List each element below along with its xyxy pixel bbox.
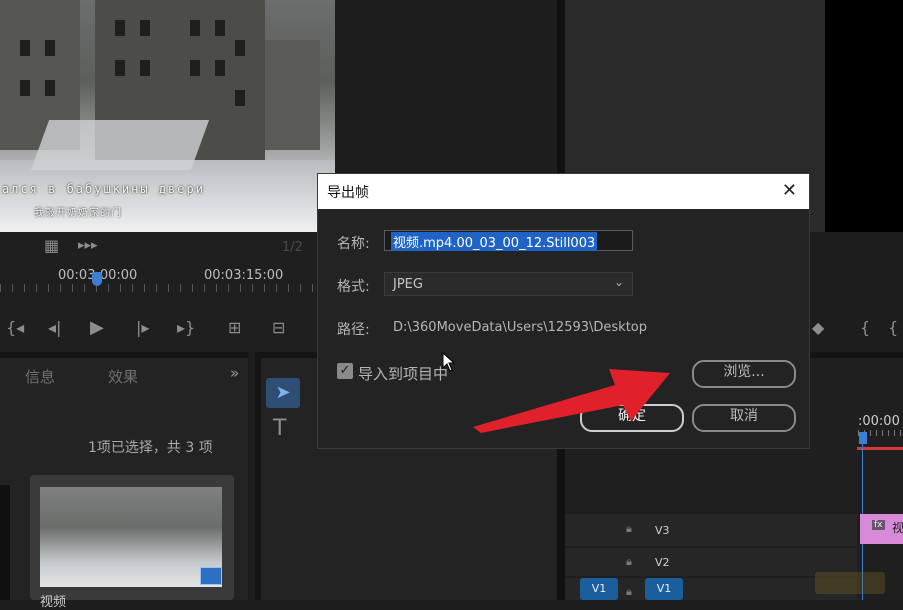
export-frame-icon[interactable]: ▸▸▸ <box>78 238 98 253</box>
track-label-v2[interactable]: V2 <box>655 556 670 569</box>
subtitle-chinese: 我敲开奶奶家的门 <box>34 208 122 219</box>
path-label: 路径: <box>337 322 370 338</box>
browse-button[interactable]: 浏览... <box>692 360 796 388</box>
overwrite-icon[interactable]: ⊟ <box>272 318 285 337</box>
name-label: 名称: <box>337 236 370 252</box>
clip-card[interactable]: 视频 <box>30 475 234 610</box>
tab-effects[interactable]: 效果 <box>108 366 138 387</box>
timecode-next: 00:03:15:00 <box>204 268 284 283</box>
type-tool-icon[interactable]: T <box>273 416 286 441</box>
film-icon[interactable]: ▦ <box>44 236 59 255</box>
track-label-v1[interactable]: V1 <box>645 578 683 600</box>
cancel-button[interactable]: 取消 <box>692 404 796 432</box>
video-preview: ался в бабушкины двери 我敲开奶奶家的门 <box>0 0 335 232</box>
source-patch-v1[interactable]: V1 <box>580 578 618 600</box>
dialog-title: 导出帧 <box>327 185 369 201</box>
mark-out-icon[interactable]: ▸} <box>177 318 195 337</box>
red-arrow-shape <box>473 369 670 433</box>
selection-status: 1项已选择，共 3 项 <box>88 440 213 456</box>
step-forward-icon[interactable]: |▸ <box>136 318 149 337</box>
play-icon[interactable]: ▶ <box>90 317 104 338</box>
track-row-v3 <box>565 514 857 546</box>
selection-tool-icon[interactable]: ➤ <box>266 378 300 408</box>
lock-icon[interactable]: 🔒︎ <box>626 585 632 599</box>
mouse-cursor-icon <box>442 352 456 372</box>
mark-in-icon[interactable]: {◂ <box>6 318 24 337</box>
clip-label: 视频 <box>40 595 67 610</box>
go-out-icon[interactable]: { <box>888 318 898 337</box>
subtitle-russian: ался в бабушкины двери <box>2 182 205 196</box>
path-value: D:\360MoveData\Users\12593\Desktop <box>393 320 647 335</box>
lock-icon[interactable]: 🔒︎ <box>626 555 632 569</box>
building-right <box>265 40 320 150</box>
name-value: 视频.mp4.00_03_00_12.Still003 <box>391 232 598 251</box>
marker-icon[interactable]: ◆ <box>812 318 824 337</box>
track-row-v2 <box>565 548 857 576</box>
fx-badge: fx <box>872 520 885 530</box>
playhead[interactable] <box>92 272 102 286</box>
timeline-timecode: :00:00 <box>858 414 900 429</box>
go-in-icon[interactable]: { <box>860 318 870 337</box>
track-label-v3[interactable]: V3 <box>655 524 670 537</box>
clip-badge-icon <box>200 567 222 585</box>
work-area-bar <box>857 447 903 450</box>
clip-thumbnail <box>40 487 222 587</box>
double-chevron-right-icon[interactable]: » <box>230 364 239 382</box>
program-monitor-video <box>825 0 903 232</box>
close-icon[interactable]: ✕ <box>782 180 797 201</box>
name-input[interactable]: 视频.mp4.00_03_00_12.Still003 <box>384 230 633 251</box>
timeline-playhead[interactable] <box>859 432 867 444</box>
clip-thumbnail-prev[interactable] <box>0 485 10 600</box>
lock-icon[interactable]: 🔒︎ <box>626 522 632 536</box>
format-label: 格式: <box>337 279 370 295</box>
step-back-icon[interactable]: ◂| <box>48 318 61 337</box>
timeline-clip[interactable]: fx 视 <box>860 514 903 544</box>
format-value: JPEG <box>393 277 423 292</box>
format-select[interactable]: JPEG ⌄ <box>384 272 633 296</box>
watermark-logo <box>815 572 885 594</box>
red-arrow-icon <box>473 369 670 433</box>
insert-icon[interactable]: ⊞ <box>228 318 241 337</box>
tab-info[interactable]: 信息 <box>25 366 55 387</box>
import-checkbox[interactable]: ✓ <box>337 363 353 379</box>
dialog-title-bar: 导出帧 ✕ <box>318 174 809 209</box>
chevron-down-icon: ⌄ <box>613 275 624 289</box>
zoom-label[interactable]: 1/2 <box>282 240 303 255</box>
timeline-clip-label: 视 <box>892 521 903 535</box>
import-label[interactable]: 导入到项目中 <box>358 363 448 384</box>
